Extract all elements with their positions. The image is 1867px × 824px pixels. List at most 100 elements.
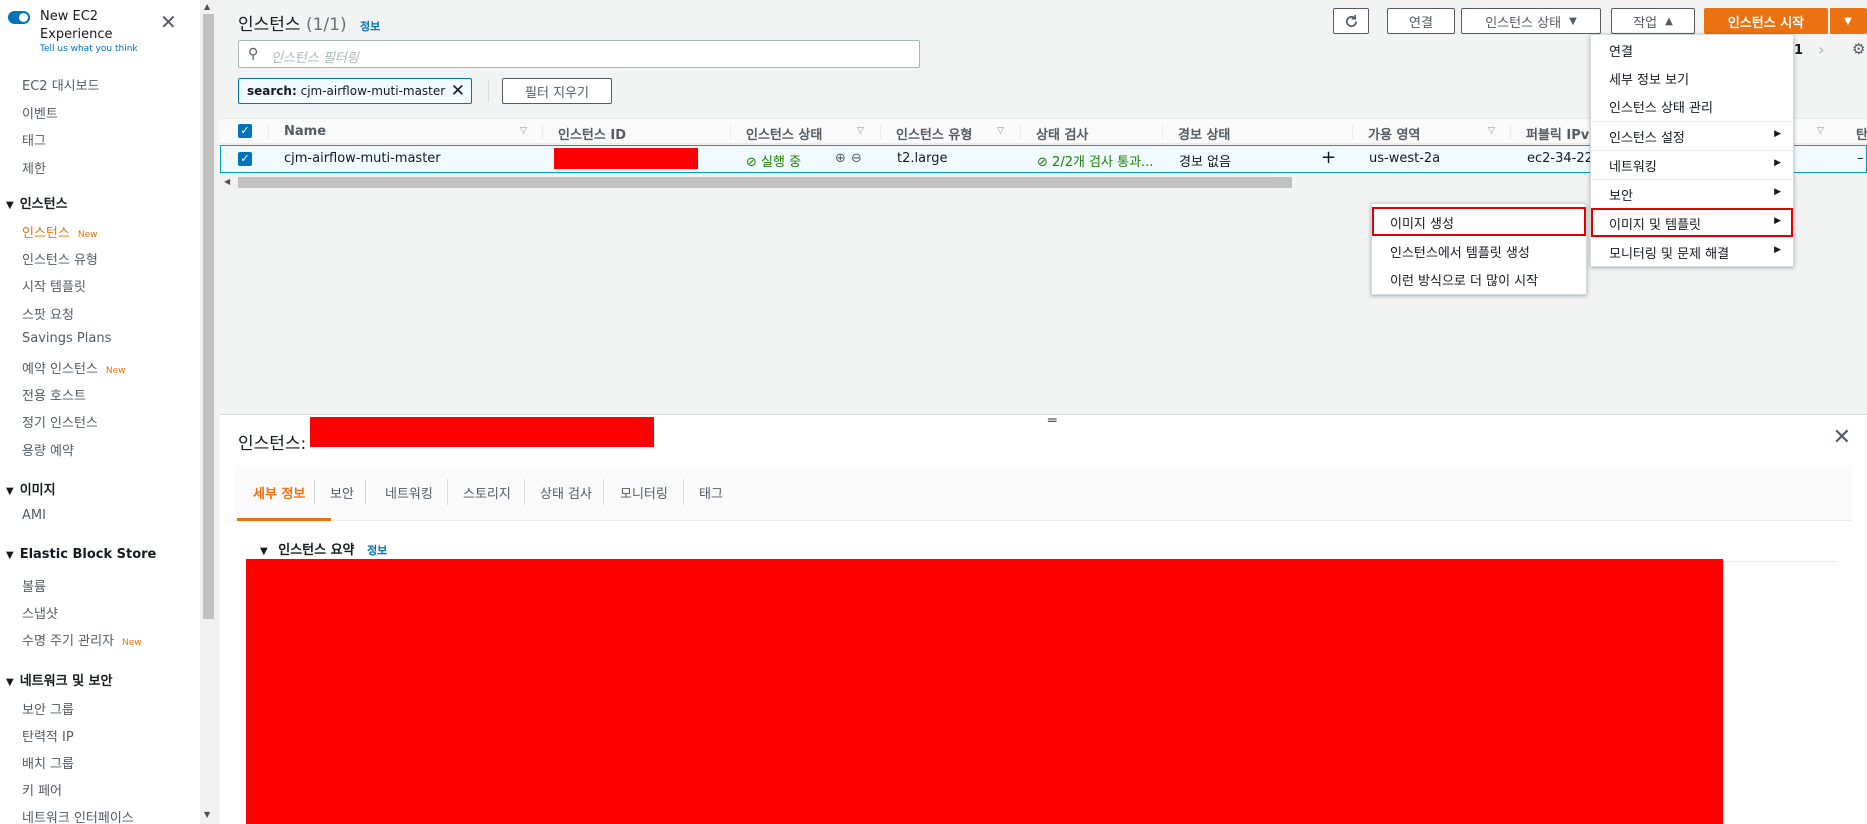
remove-token-icon[interactable]: ✕ — [451, 81, 465, 101]
actions-button[interactable]: 작업 ▲ — [1611, 8, 1695, 34]
menu-item-create-image[interactable]: 이미지 생성 — [1372, 207, 1586, 236]
pagination-page[interactable]: 1 — [1794, 43, 1803, 58]
menu-item-launch-more-like-this[interactable]: 이런 방식으로 더 많이 시작 — [1372, 264, 1586, 293]
next-page-icon[interactable]: › — [1818, 40, 1824, 59]
connect-button[interactable]: 연결 — [1387, 8, 1455, 34]
add-alarm-icon[interactable]: + — [1321, 147, 1336, 168]
menu-item-security[interactable]: 보안 ▶ — [1591, 179, 1793, 208]
sort-icon[interactable]: ▽ — [997, 126, 1004, 136]
cell-public-dns: ec2-34-22 — [1527, 151, 1593, 166]
column-status-check[interactable]: 상태 검사 — [1036, 124, 1088, 143]
column-instance-id[interactable]: 인스턴스 ID — [558, 124, 626, 143]
instance-state-button[interactable]: 인스턴스 상태 ▼ — [1461, 8, 1601, 34]
menu-item-view-details[interactable]: 세부 정보 보기 — [1591, 63, 1793, 92]
sidebar-item[interactable]: Savings Plans — [22, 331, 111, 346]
sidebar-item[interactable]: 시작 템플릿 — [22, 276, 86, 295]
settings-gear-icon[interactable]: ⚙ — [1852, 40, 1865, 58]
scrollbar-thumb[interactable] — [238, 177, 1292, 188]
scroll-left-icon[interactable]: ◀ — [224, 177, 230, 186]
close-detail-icon[interactable]: ✕ — [1833, 425, 1851, 450]
sidebar-item[interactable]: 인스턴스 유형 — [22, 249, 98, 268]
select-all-checkbox[interactable]: ✓ — [238, 124, 252, 138]
table-horizontal-scrollbar[interactable]: ◀ — [220, 174, 1292, 191]
collapse-caret-icon: ▼ — [6, 676, 14, 688]
sidebar-item[interactable]: 보안 그룹 — [22, 699, 74, 718]
sidebar-item[interactable]: 이벤트 — [22, 103, 58, 122]
sort-icon[interactable]: ▽ — [1488, 126, 1495, 136]
sidebar-item[interactable]: 전용 호스트 — [22, 385, 86, 404]
sidebar-item[interactable]: 탄력적 IP — [22, 726, 74, 745]
menu-item-image-and-templates[interactable]: 이미지 및 템플릿 ▶ — [1591, 208, 1793, 237]
sidebar-item[interactable]: 정기 인스턴스 — [22, 412, 98, 431]
sidebar-item[interactable]: 스냅샷 — [22, 603, 58, 622]
tab-details[interactable]: 세부 정보 — [253, 483, 305, 502]
column-separator — [542, 124, 543, 140]
column-alarm-status[interactable]: 경보 상태 — [1178, 124, 1230, 143]
filter-input[interactable]: ⚲ 인스턴스 필터링 — [238, 40, 920, 68]
zoom-out-icon[interactable]: ⊖ — [851, 151, 862, 166]
tab-storage[interactable]: 스토리지 — [463, 483, 511, 502]
column-instance-state[interactable]: 인스턴스 상태 — [746, 124, 822, 143]
sidebar-item[interactable]: EC2 대시보드 — [22, 75, 100, 94]
zoom-in-icon[interactable]: ⊕ — [835, 151, 846, 166]
scroll-down-icon[interactable]: ▼ — [204, 810, 210, 819]
sidebar-scrollbar[interactable]: ▲ ▼ — [200, 0, 217, 824]
redacted-summary-content — [246, 559, 1723, 824]
sidebar-item-label: 전용 호스트 — [22, 389, 86, 405]
launch-dropdown-button[interactable]: ▼ — [1829, 8, 1867, 34]
sidebar-item[interactable]: AMI — [22, 508, 46, 523]
tab-status-checks[interactable]: 상태 검사 — [540, 483, 592, 502]
menu-item-networking[interactable]: 네트워킹 ▶ — [1591, 150, 1793, 179]
sidebar-section[interactable]: ▼ 인스턴스 — [6, 193, 68, 212]
resize-handle-icon[interactable]: ═ — [1048, 413, 1056, 429]
sidebar-item[interactable]: 스팟 요청 — [22, 304, 74, 323]
sort-icon[interactable]: ▽ — [857, 126, 864, 136]
tab-networking[interactable]: 네트워킹 — [385, 483, 433, 502]
column-name[interactable]: Name — [284, 124, 326, 139]
menu-item-monitor-troubleshoot[interactable]: 모니터링 및 문제 해결 ▶ — [1591, 237, 1793, 266]
tab-tags[interactable]: 태그 — [699, 483, 723, 502]
column-instance-type[interactable]: 인스턴스 유형 — [896, 124, 972, 143]
refresh-button[interactable] — [1333, 8, 1369, 34]
menu-item-manage-state[interactable]: 인스턴스 상태 관리 — [1591, 91, 1793, 120]
column-public-ipv4[interactable]: 퍼블릭 IPv — [1526, 124, 1589, 143]
sidebar-section[interactable]: ▼ Elastic Block Store — [6, 547, 156, 562]
detail-panel: ═ 인스턴스: ✕ 세부 정보 보안 네트워킹 스토리지 상태 검사 모니터링 … — [220, 413, 1867, 824]
sidebar-item[interactable]: 네트워크 인터페이스 — [22, 807, 134, 824]
tab-monitoring[interactable]: 모니터링 — [620, 483, 668, 502]
sidebar-item[interactable]: 배치 그룹 — [22, 753, 74, 772]
sidebar-item[interactable]: 볼륨 — [22, 576, 46, 595]
summary-info-link[interactable]: 정보 — [367, 544, 387, 557]
sort-icon[interactable]: ▽ — [1817, 126, 1824, 136]
sidebar-item[interactable]: 용량 예약 — [22, 440, 74, 459]
sidebar-item[interactable]: 제한 — [22, 158, 46, 177]
column-availability-zone[interactable]: 가용 영역 — [1368, 124, 1420, 143]
scroll-up-icon[interactable]: ▲ — [204, 2, 210, 11]
launch-instance-button[interactable]: 인스턴스 시작 — [1704, 8, 1828, 34]
collapse-caret-icon: ▼ — [6, 550, 14, 561]
menu-item-create-template[interactable]: 인스턴스에서 템플릿 생성 — [1372, 236, 1586, 265]
sort-icon[interactable]: ▽ — [520, 126, 527, 136]
info-link[interactable]: 정보 — [360, 20, 380, 33]
row-checkbox[interactable]: ✓ — [238, 152, 252, 166]
feedback-link[interactable]: Tell us what you think — [40, 44, 138, 54]
tab-security[interactable]: 보안 — [330, 483, 354, 502]
new-experience-toggle[interactable] — [8, 11, 30, 24]
sidebar-section[interactable]: ▼ 네트워크 및 보안 — [6, 670, 112, 689]
search-icon: ⚲ — [248, 46, 259, 62]
close-icon[interactable]: ✕ — [160, 12, 177, 32]
sidebar-item[interactable]: 태그 — [22, 130, 46, 149]
scrollbar-thumb[interactable] — [203, 14, 214, 619]
clear-filters-button[interactable]: 필터 지우기 — [502, 78, 612, 104]
menu-item-instance-settings[interactable]: 인스턴스 설정 ▶ — [1591, 121, 1793, 150]
column-elastic[interactable]: 탄 — [1856, 124, 1867, 143]
check-circle-icon: ⊘ — [1037, 155, 1048, 170]
sidebar-item[interactable]: 인스턴스 New — [22, 222, 97, 241]
sidebar-section[interactable]: ▼ 이미지 — [6, 479, 56, 498]
collapse-caret-icon: ▼ — [260, 546, 268, 557]
sidebar-item[interactable]: 수명 주기 관리자 New — [22, 630, 142, 649]
sidebar-item[interactable]: 예약 인스턴스 New — [22, 358, 126, 377]
instance-summary-header[interactable]: ▼ 인스턴스 요약 정보 — [260, 539, 387, 558]
menu-item-connect[interactable]: 연결 — [1591, 35, 1793, 64]
sidebar-item[interactable]: 키 페어 — [22, 780, 62, 799]
